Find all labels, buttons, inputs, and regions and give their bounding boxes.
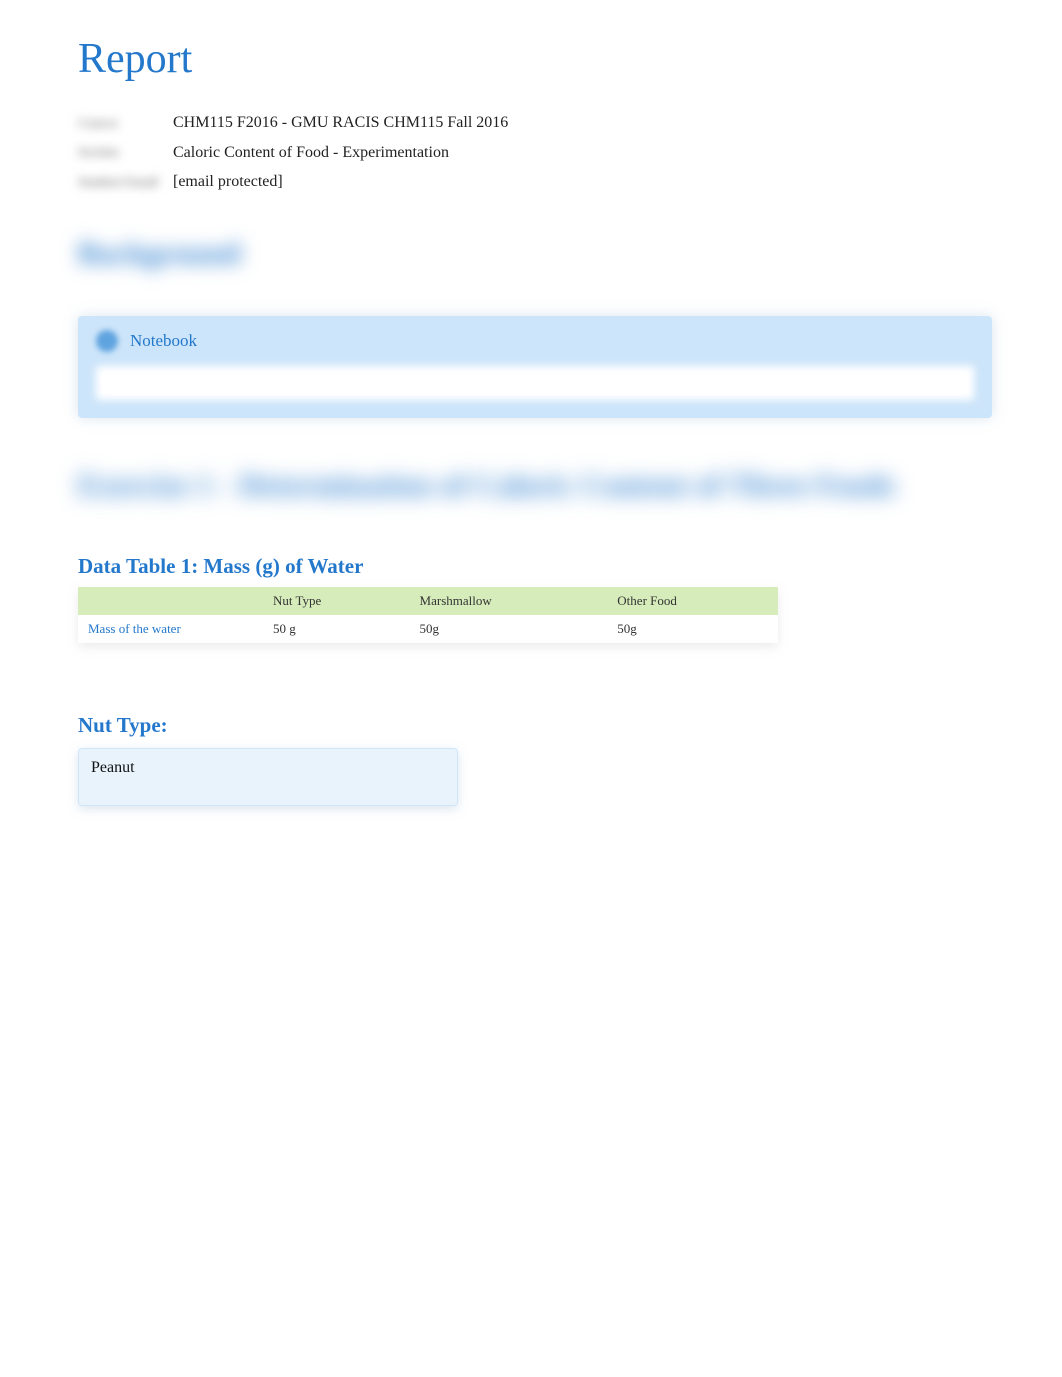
data-table-1: Nut Type Marshmallow Other Food Mass of …: [78, 587, 778, 643]
page-title: Report: [78, 35, 992, 83]
exercise-heading: Exercise 1 - Determination of Caloric Co…: [78, 463, 992, 510]
table-cell: 50g: [607, 615, 778, 643]
nut-type-input[interactable]: [91, 759, 445, 777]
notebook-card: Notebook: [78, 316, 992, 418]
meta-label: Course: [78, 111, 173, 135]
table-header: [78, 587, 263, 615]
meta-row: Course CHM115 F2016 - GMU RACIS CHM115 F…: [78, 108, 992, 138]
report-meta: Course CHM115 F2016 - GMU RACIS CHM115 F…: [78, 108, 992, 197]
table-caption: Data Table 1: Mass (g) of Water: [78, 554, 992, 579]
notebook-header: Notebook: [96, 330, 974, 352]
meta-value: [email protected]: [173, 167, 283, 197]
nut-type-label: Nut Type:: [78, 713, 992, 738]
table-header: Nut Type: [263, 587, 410, 615]
table-row: Mass of the water 50 g 50g 50g: [78, 615, 778, 643]
table-row-label: Mass of the water: [78, 615, 263, 643]
table-cell: 50g: [410, 615, 608, 643]
meta-row: Section Caloric Content of Food - Experi…: [78, 138, 992, 168]
background-heading: Background: [78, 237, 992, 271]
notebook-icon: [96, 330, 118, 352]
meta-label: Student Email: [78, 170, 173, 194]
notebook-input[interactable]: [96, 366, 974, 400]
table-cell: 50 g: [263, 615, 410, 643]
meta-value: CHM115 F2016 - GMU RACIS CHM115 Fall 201…: [173, 108, 508, 138]
table-header: Marshmallow: [410, 587, 608, 615]
meta-row: Student Email [email protected]: [78, 167, 992, 197]
table-header: Other Food: [607, 587, 778, 615]
nut-type-field-wrap[interactable]: [78, 748, 458, 806]
meta-value: Caloric Content of Food - Experimentatio…: [173, 138, 449, 168]
meta-label: Section: [78, 140, 173, 164]
notebook-title: Notebook: [130, 331, 197, 351]
